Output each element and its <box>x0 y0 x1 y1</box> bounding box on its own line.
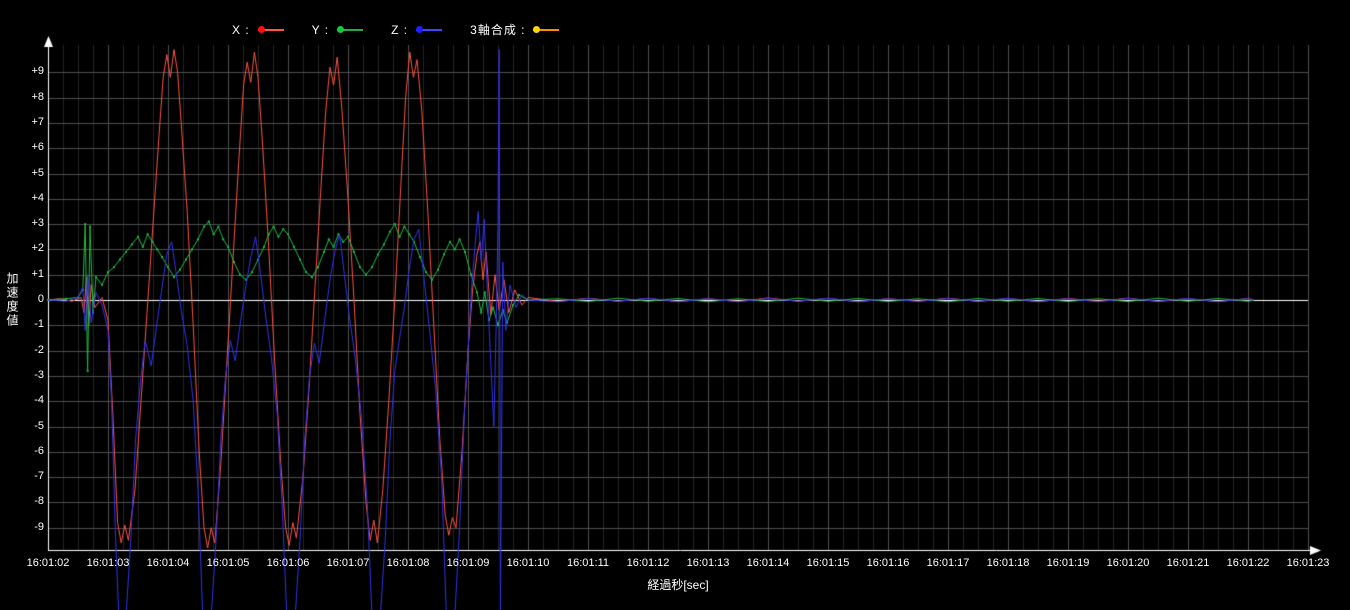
legend-item-composite: 3軸合成 : <box>470 21 559 38</box>
y-tick-label: +7 <box>16 116 44 128</box>
x-tick-label: 16:01:20 <box>1107 557 1150 569</box>
y-tick-label: +4 <box>16 192 44 204</box>
y-tick-label: +3 <box>16 217 44 229</box>
legend-line-y <box>337 29 363 31</box>
y-tick-label: -9 <box>16 521 44 533</box>
y-tick-label: -5 <box>16 420 44 432</box>
y-tick-label: -1 <box>16 318 44 330</box>
y-tick-label: -2 <box>16 344 44 356</box>
x-tick-label: 16:01:18 <box>987 557 1030 569</box>
y-tick-label: -7 <box>16 470 44 482</box>
y-tick-label: +8 <box>16 91 44 103</box>
legend-label: Z : <box>391 23 408 37</box>
x-tick-label: 16:01:19 <box>1047 557 1090 569</box>
chart-canvas <box>0 0 1350 610</box>
y-tick-label: +6 <box>16 141 44 153</box>
x-tick-label: 16:01:08 <box>387 557 430 569</box>
y-tick-label: -6 <box>16 445 44 457</box>
y-tick-label: -3 <box>16 369 44 381</box>
x-tick-label: 16:01:12 <box>627 557 670 569</box>
legend-dot-y <box>337 26 344 33</box>
x-axis-title: 経過秒[sec] <box>647 576 708 593</box>
y-tick-label: -4 <box>16 394 44 406</box>
legend-item-z: Z : <box>391 23 442 37</box>
legend-dot-z <box>416 26 423 33</box>
legend-label: Y : <box>312 23 329 37</box>
legend-item-y: Y : <box>312 23 363 37</box>
legend-label: 3軸合成 : <box>470 21 525 38</box>
y-tick-label: 0 <box>16 293 44 305</box>
legend-line-x <box>258 29 284 31</box>
y-tick-label: +2 <box>16 242 44 254</box>
x-tick-label: 16:01:22 <box>1227 557 1270 569</box>
x-tick-label: 16:01:17 <box>927 557 970 569</box>
legend-line-z <box>416 29 442 31</box>
x-tick-label: 16:01:06 <box>267 557 310 569</box>
x-tick-label: 16:01:05 <box>207 557 250 569</box>
x-tick-label: 16:01:02 <box>27 557 70 569</box>
chart-legend: X : Y : Z : 3軸合成 : <box>232 21 559 38</box>
x-tick-label: 16:01:21 <box>1167 557 1210 569</box>
legend-dot-x <box>258 26 265 33</box>
x-tick-label: 16:01:09 <box>447 557 490 569</box>
acceleration-chart-page: X :Y :Z :3軸合成 : 加速度値 経過秒[sec] 16:01:0216… <box>0 0 1350 610</box>
x-tick-label: 16:01:16 <box>867 557 910 569</box>
y-tick-label: +1 <box>16 268 44 280</box>
y-tick-label: +5 <box>16 167 44 179</box>
x-tick-label: 16:01:04 <box>147 557 190 569</box>
legend-item-x: X : <box>232 23 284 37</box>
legend-line-composite <box>533 29 559 31</box>
x-tick-label: 16:01:03 <box>87 557 130 569</box>
x-tick-label: 16:01:15 <box>807 557 850 569</box>
y-tick-label: -8 <box>16 495 44 507</box>
x-tick-label: 16:01:10 <box>507 557 550 569</box>
x-tick-label: 16:01:23 <box>1287 557 1330 569</box>
x-tick-label: 16:01:14 <box>747 557 790 569</box>
y-tick-label: +9 <box>16 65 44 77</box>
x-tick-label: 16:01:11 <box>567 557 609 569</box>
x-tick-label: 16:01:07 <box>327 557 370 569</box>
legend-label: X : <box>232 23 250 37</box>
legend-dot-composite <box>533 26 540 33</box>
x-tick-label: 16:01:13 <box>687 557 730 569</box>
